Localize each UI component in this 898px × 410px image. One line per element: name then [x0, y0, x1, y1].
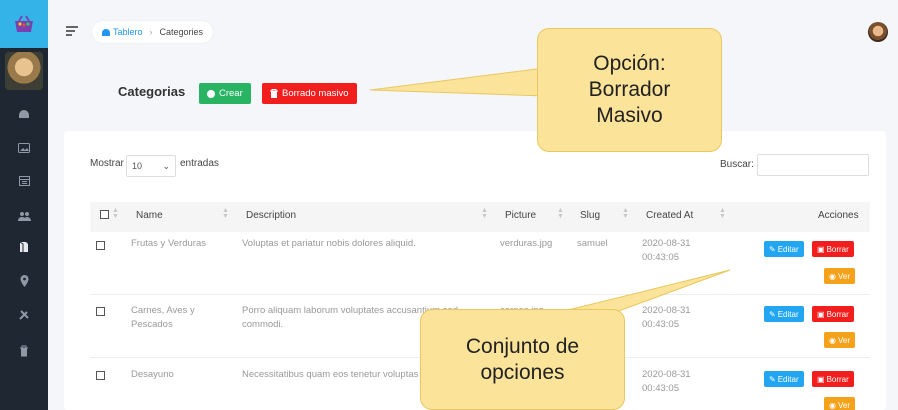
callout-line: opciones	[480, 360, 565, 384]
top-callout-pointer	[369, 67, 546, 97]
callout-line: Borrador	[588, 78, 671, 101]
callout-bulk-delete: Opción: Borrador Masivo	[537, 28, 722, 152]
callout-options-set: Conjunto de opciones	[420, 309, 625, 410]
callout-line: Opción:	[593, 52, 666, 75]
callout-line: Conjunto de	[465, 334, 580, 358]
callout-line: Masivo	[596, 104, 663, 127]
